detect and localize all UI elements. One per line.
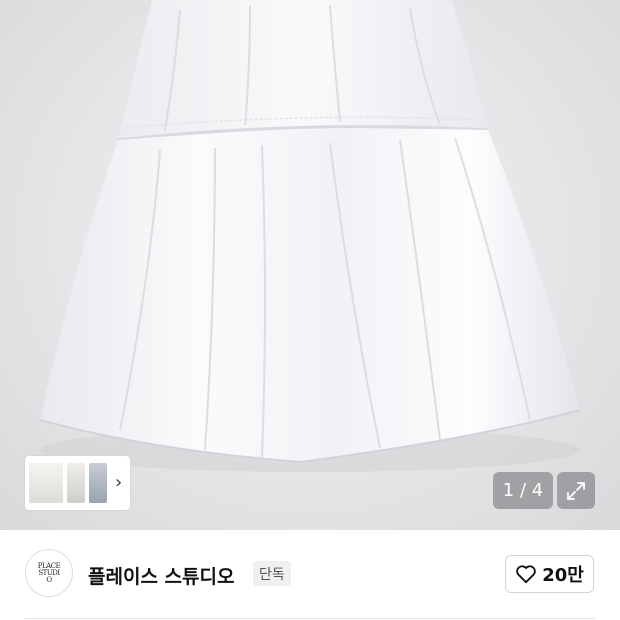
thumbnail-strip[interactable]: › — [25, 456, 130, 510]
like-button[interactable]: 20만 — [505, 555, 594, 593]
like-count: 20만 — [542, 565, 584, 586]
product-photo-white-tiered-skirt — [39, 0, 581, 472]
thumbnail-1[interactable] — [29, 463, 63, 503]
exclusive-badge: 단독 — [253, 561, 291, 586]
product-image-gallery[interactable]: › 1 / 4 — [0, 0, 620, 530]
expand-button[interactable] — [557, 472, 595, 509]
heart-outline-icon — [516, 565, 536, 584]
shop-logo[interactable]: PLACE STUDIO — [25, 549, 73, 597]
thumbnail-3[interactable] — [89, 463, 107, 503]
shop-name[interactable]: 플레이스 스튜디오 — [88, 562, 234, 589]
shop-logo-text: PLACE STUDIO — [37, 561, 61, 584]
expand-icon — [567, 481, 585, 500]
image-counter: 1 / 4 — [493, 472, 553, 509]
divider — [25, 618, 595, 619]
thumbnail-2[interactable] — [67, 463, 85, 503]
shop-info-row: PLACE STUDIO 플레이스 스튜디오 단독 20만 — [0, 530, 620, 620]
chevron-right-icon[interactable]: › — [115, 474, 122, 492]
